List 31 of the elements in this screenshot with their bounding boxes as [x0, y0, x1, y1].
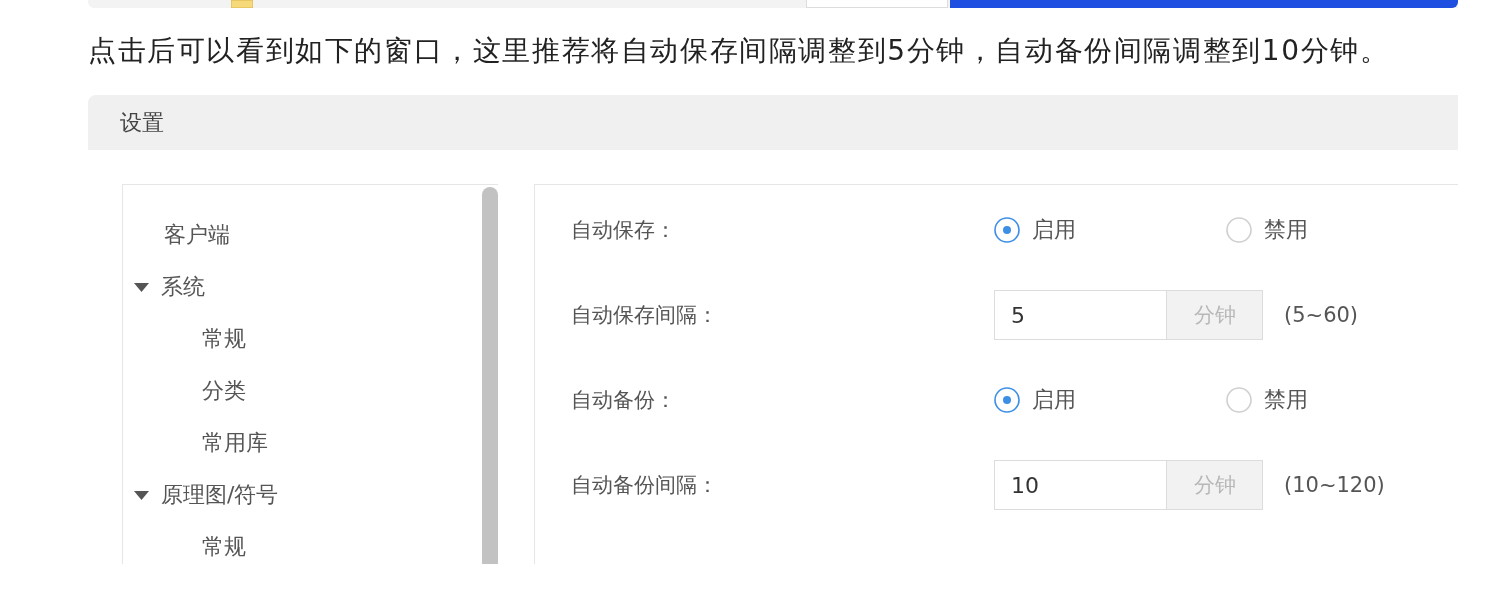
number-input[interactable]: 10	[994, 460, 1167, 510]
radio-label[interactable]: 启用	[1032, 385, 1076, 415]
scrollbar-thumb[interactable]	[482, 187, 498, 564]
radio-button[interactable]	[994, 387, 1020, 413]
radio-label[interactable]: 启用	[1032, 215, 1076, 245]
radio-label[interactable]: 禁用	[1264, 385, 1308, 415]
setting-label: 自动备份间隔：	[571, 472, 719, 499]
setting-label: 自动备份：	[571, 387, 677, 414]
setting-label: 自动保存间隔：	[571, 302, 719, 329]
radio-button[interactable]	[994, 217, 1020, 243]
tree-item[interactable]: 原理图/符号	[161, 480, 279, 510]
radio-button[interactable]	[1226, 217, 1252, 243]
tree-item[interactable]: 客户端	[164, 220, 230, 250]
tree-item[interactable]: 分类	[202, 376, 246, 406]
caret-icon[interactable]	[134, 282, 149, 292]
tree-item[interactable]: 常规	[202, 324, 246, 354]
unit-addon: 分钟	[1167, 460, 1263, 510]
folder-icon	[231, 0, 253, 8]
tree-item[interactable]: 系统	[161, 272, 205, 302]
tree-item[interactable]: 常用库	[202, 428, 268, 458]
range-hint: (5~60)	[1284, 303, 1359, 327]
intro-paragraph: 点击后可以看到如下的窗口，这里推荐将自动保存间隔调整到5分钟，自动备份间隔调整到10分钟。	[88, 33, 1391, 69]
unit-addon: 分钟	[1167, 290, 1263, 340]
setting-label: 自动保存：	[571, 217, 677, 244]
radio-button[interactable]	[1226, 387, 1252, 413]
radio-label[interactable]: 禁用	[1264, 215, 1308, 245]
number-input[interactable]: 5	[994, 290, 1167, 340]
tree-item[interactable]: 常规	[202, 532, 246, 562]
dialog-title: 设置	[120, 108, 164, 137]
range-hint: (10~120)	[1284, 473, 1385, 497]
caret-icon[interactable]	[134, 490, 149, 500]
